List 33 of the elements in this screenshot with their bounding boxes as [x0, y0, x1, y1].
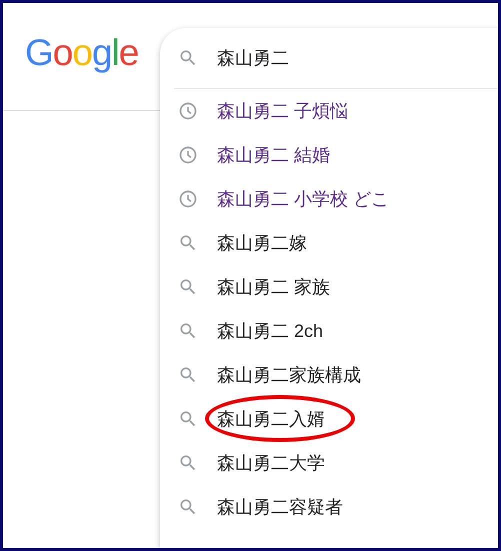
- clock-icon: [178, 101, 198, 121]
- suggestion-item[interactable]: 森山勇二 小学校 どこ: [160, 177, 498, 221]
- search-icon: [178, 321, 198, 341]
- clock-icon: [178, 189, 198, 209]
- suggestion-text: 森山勇二嫁: [217, 232, 307, 255]
- suggestion-text: 森山勇二 家族: [217, 276, 330, 299]
- suggestion-text: 森山勇二大学: [217, 452, 325, 475]
- search-icon: [178, 497, 198, 517]
- suggestion-item[interactable]: 森山勇二大学: [160, 441, 498, 485]
- suggestion-item[interactable]: 森山勇二嫁: [160, 221, 498, 265]
- suggestion-text: 森山勇二容疑者: [217, 496, 343, 519]
- search-icon: [178, 453, 198, 473]
- search-icon: [178, 365, 198, 385]
- search-field[interactable]: 森山勇二: [217, 48, 467, 68]
- suggestion-item[interactable]: 森山勇二 結婚: [160, 133, 498, 177]
- search-icon: [178, 48, 198, 68]
- suggestion-item[interactable]: 森山勇二 家族: [160, 265, 498, 309]
- suggestion-item[interactable]: 森山勇二入婿: [160, 397, 498, 441]
- suggestion-text: 森山勇二 結婚: [217, 144, 330, 167]
- suggestion-text: 森山勇二 小学校 どこ: [217, 188, 390, 211]
- search-icon: [178, 409, 198, 429]
- google-logo[interactable]: Google: [25, 32, 160, 74]
- suggestion-item[interactable]: 森山勇二家族構成: [160, 353, 498, 397]
- suggestion-text: 森山勇二入婿: [217, 408, 325, 431]
- search-icon: [178, 233, 198, 253]
- suggestion-item[interactable]: 森山勇二 2ch: [160, 309, 498, 353]
- search-icon: [178, 277, 198, 297]
- clock-icon: [178, 145, 198, 165]
- suggestion-item[interactable]: 森山勇二容疑者: [160, 485, 498, 529]
- suggestion-text: 森山勇二 子煩悩: [217, 100, 348, 123]
- suggestion-text: 森山勇二 2ch: [217, 320, 324, 343]
- suggestion-text: 森山勇二家族構成: [217, 364, 361, 387]
- suggestion-item[interactable]: 森山勇二 子煩悩: [160, 89, 498, 133]
